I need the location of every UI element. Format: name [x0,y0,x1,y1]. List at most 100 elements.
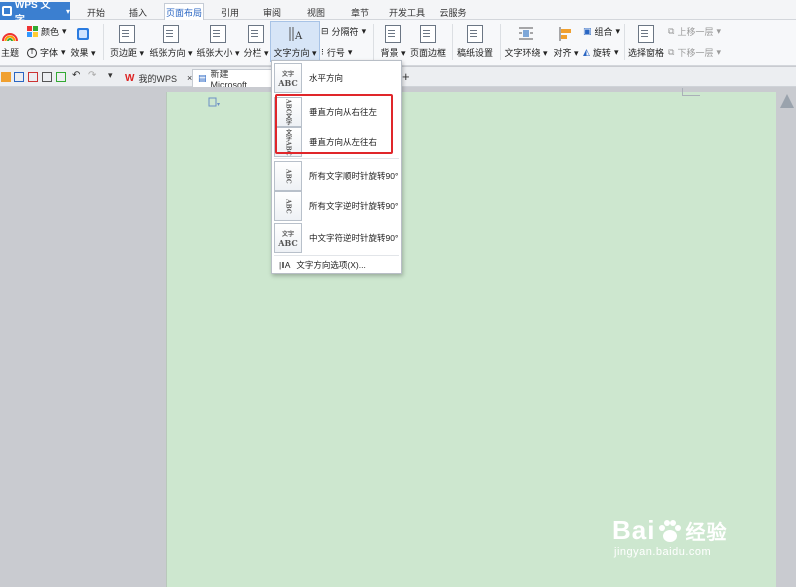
group-icon: ▣ [583,26,592,36]
chevron-down-icon: ▾ [716,26,721,36]
chevron-down-icon: ▾ [615,26,621,36]
document-icon: ▤ [198,73,207,83]
wps-logo-icon [2,6,12,16]
doc-tab-new-document[interactable]: ▤ 新建 Microsoft [192,69,272,87]
rotate-cw-item[interactable]: ABC 所有文字顺时针旋转90° [272,159,401,193]
theme-button[interactable]: 主题 [0,22,20,62]
text-direction-dropdown: 文字 ABC 水平方向 ABC 文字 垂直方向从右往左 文字 ABC 垂直方向从左往右… [271,60,402,274]
open-folder-icon[interactable] [1,72,11,82]
line-number-icon: ⁝ [321,47,324,57]
document-page[interactable] [166,92,776,587]
tab-review[interactable]: 审阅 [258,4,286,20]
tab-insert[interactable]: 插入 [124,4,152,20]
svg-text:▾: ▾ [217,102,220,107]
columns-icon [248,25,264,43]
text-horizontal-item[interactable]: 文字 ABC 水平方向 [272,61,401,95]
baidu-jingyan-watermark: Bai 经验 jingyan.baidu.com [612,515,728,558]
text-direction-options-item[interactable]: |‖A 文字方向选项(X)... [272,257,401,273]
manuscript-icon [467,25,483,43]
tab-cloud[interactable]: 云服务 [436,4,470,20]
save-icon[interactable] [14,72,24,82]
selection-pane-icon [638,25,654,43]
font-circle-icon: T [27,47,37,58]
text-horizontal-icon: 文字 ABC [274,63,302,93]
effects-button[interactable]: 效果 ▾ [70,22,96,62]
page-border-icon [420,25,436,43]
bring-forward-icon: ⧉ [668,26,675,36]
group-button[interactable]: ▣ 组合 ▾ [583,25,620,38]
print-icon[interactable] [42,72,52,82]
text-direction-button[interactable]: A 文字方向 ▾ [270,21,320,62]
tab-chapter[interactable]: 章节 [346,4,374,20]
tab-developer[interactable]: 开发工具 [386,4,428,20]
chevron-down-icon: ▾ [347,47,353,57]
breaks-button[interactable]: ⊟ 分隔符 ▾ [321,25,366,38]
paper-size-icon [210,25,226,43]
cjk-rotate-item[interactable]: 文字 ABC 中文字符逆时针旋转90° [272,221,401,255]
rotate-icon: ◭ [583,47,590,57]
orientation-button[interactable]: 纸张方向 ▾ [148,22,194,59]
colors-button[interactable]: 颜色 ▾ [27,25,67,38]
text-wrap-icon [519,27,533,40]
chevron-down-icon: ▾ [61,47,66,57]
paste-options-icon[interactable]: ▾ [208,97,220,107]
cjk-rotate-icon: 文字 ABC [274,223,302,253]
columns-button[interactable]: 分栏 ▾ [243,22,269,59]
bring-forward-button[interactable]: ⧉ 上移一层 ▾ [668,25,721,38]
undo-icon[interactable]: ↶ [72,70,82,81]
divider [500,24,501,60]
app-menu-button[interactable]: WPS 文字 ▾ [0,0,70,26]
export-pdf-icon[interactable] [28,72,38,82]
margins-button[interactable]: 页边距 ▾ [108,22,146,59]
wps-w-icon: W [125,72,135,84]
divider [103,24,104,60]
tab-home[interactable]: 开始 [82,4,110,20]
effects-icon [77,28,89,40]
chevron-down-icon: ▾ [62,26,67,36]
chevron-down-icon: ▾ [716,47,721,57]
new-tab-plus-icon[interactable]: + [402,69,412,84]
print-preview-icon[interactable] [56,72,66,82]
page-border-button[interactable]: 页面边框 [409,22,447,59]
size-button[interactable]: 纸张大小 ▾ [195,22,241,59]
rotate-ccw-item[interactable]: ABC 所有文字逆时针旋转90° [272,189,401,223]
page-break-icon: ⊟ [321,26,329,36]
paw-icon [659,519,682,542]
menu-bar: WPS 文字 ▾ 开始 插入 页面布局 引用 审阅 视图 章节 开发工具 云服务 [0,0,796,26]
redo-icon[interactable]: ↷ [88,70,98,81]
highlight-box [275,94,393,154]
divider [624,24,625,60]
doc-tab-mywps[interactable]: W 我的WPS × [120,69,197,87]
rotate-ccw-icon: ABC [274,191,302,221]
text-direction-small-icon: |‖A [279,260,291,270]
rainbow-icon [2,33,18,42]
margins-icon [119,25,135,43]
text-direction-icon: A [289,27,303,42]
line-numbers-button[interactable]: ⁝ 行号 ▾ [321,46,352,59]
chevron-down-icon: ▾ [65,6,70,16]
manuscript-button[interactable]: 稿纸设置 [456,22,494,59]
tab-view[interactable]: 视图 [302,4,330,20]
menu-divider [274,255,399,256]
align-button[interactable]: 对齐 ▾ [552,22,580,59]
background-button[interactable]: 背景 ▾ [378,22,408,59]
tab-references[interactable]: 引用 [216,4,244,20]
tab-page-layout[interactable]: 页面布局 [164,3,204,21]
select-pane-button[interactable]: 选择窗格 [628,22,664,59]
text-wrap-button[interactable]: 文字环绕 ▾ [504,22,548,59]
divider [373,24,374,60]
send-backward-button[interactable]: ⧉ 下移一层 ▾ [668,46,721,59]
chevron-down-icon: ▾ [361,26,367,36]
rotate-cw-icon: ABC [274,161,302,191]
page-corner-marker [682,88,700,96]
background-icon [385,25,401,43]
chevron-down-icon[interactable]: ▾ [108,70,118,80]
font-theme-button[interactable]: T 字体 ▾ [27,46,66,59]
divider [452,24,453,60]
rotate-button[interactable]: ◭ 旋转 ▾ [583,46,618,59]
align-icon [559,27,571,41]
chevron-down-icon: ▾ [613,47,619,57]
orientation-icon [163,25,179,43]
color-palette-icon [27,26,38,37]
scroll-corner-icon [780,94,794,108]
